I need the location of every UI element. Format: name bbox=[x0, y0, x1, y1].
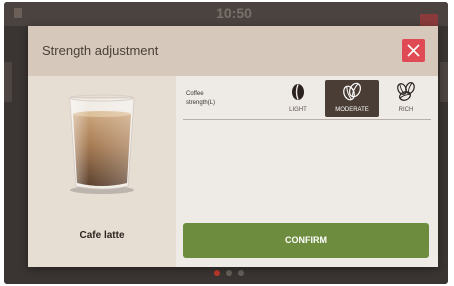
three-beans-icon bbox=[397, 82, 415, 101]
dialog-title: Strength adjustment bbox=[42, 43, 159, 58]
close-button[interactable] bbox=[402, 39, 425, 62]
strength-option-label: LIGHT bbox=[289, 107, 307, 113]
strength-option-label: MODERATE bbox=[335, 107, 369, 113]
product-name: Cafe latte bbox=[79, 230, 125, 241]
strength-label: Coffee strength(L) bbox=[186, 90, 236, 108]
strength-label-line-2: strength(L) bbox=[186, 100, 216, 106]
page-indicator bbox=[214, 270, 244, 276]
product-panel: Cafe latte bbox=[28, 76, 176, 267]
confirm-button[interactable]: CONFIRM bbox=[183, 223, 429, 258]
back-arrow-icon bbox=[14, 8, 22, 18]
two-beans-icon bbox=[343, 82, 362, 101]
page-dot-2 bbox=[226, 270, 232, 276]
strength-option-moderate[interactable]: MODERATE bbox=[325, 80, 379, 117]
page-dot-1 bbox=[214, 270, 220, 276]
close-icon bbox=[407, 44, 420, 57]
background-top-bar: 10:50 bbox=[4, 2, 448, 26]
strength-option-rich[interactable]: RICH bbox=[379, 80, 433, 117]
strength-label-line-1: Coffee bbox=[186, 91, 204, 97]
background-right-edge bbox=[440, 62, 448, 102]
clock: 10:50 bbox=[216, 5, 252, 21]
background-left-edge bbox=[4, 62, 12, 102]
dialog-header: Strength adjustment bbox=[28, 26, 438, 76]
strength-option-light[interactable]: LIGHT bbox=[271, 80, 325, 117]
strength-option-label: RICH bbox=[398, 107, 414, 113]
one-bean-icon bbox=[292, 84, 304, 100]
divider bbox=[183, 119, 431, 120]
strength-panel: Coffee strength(L) LIGHT MODERATE RICH C… bbox=[176, 76, 438, 267]
strength-adjustment-dialog: Strength adjustment Cafe latte Coffee st… bbox=[28, 26, 438, 267]
cafe-latte-image bbox=[62, 88, 142, 198]
page-dot-3 bbox=[238, 270, 244, 276]
